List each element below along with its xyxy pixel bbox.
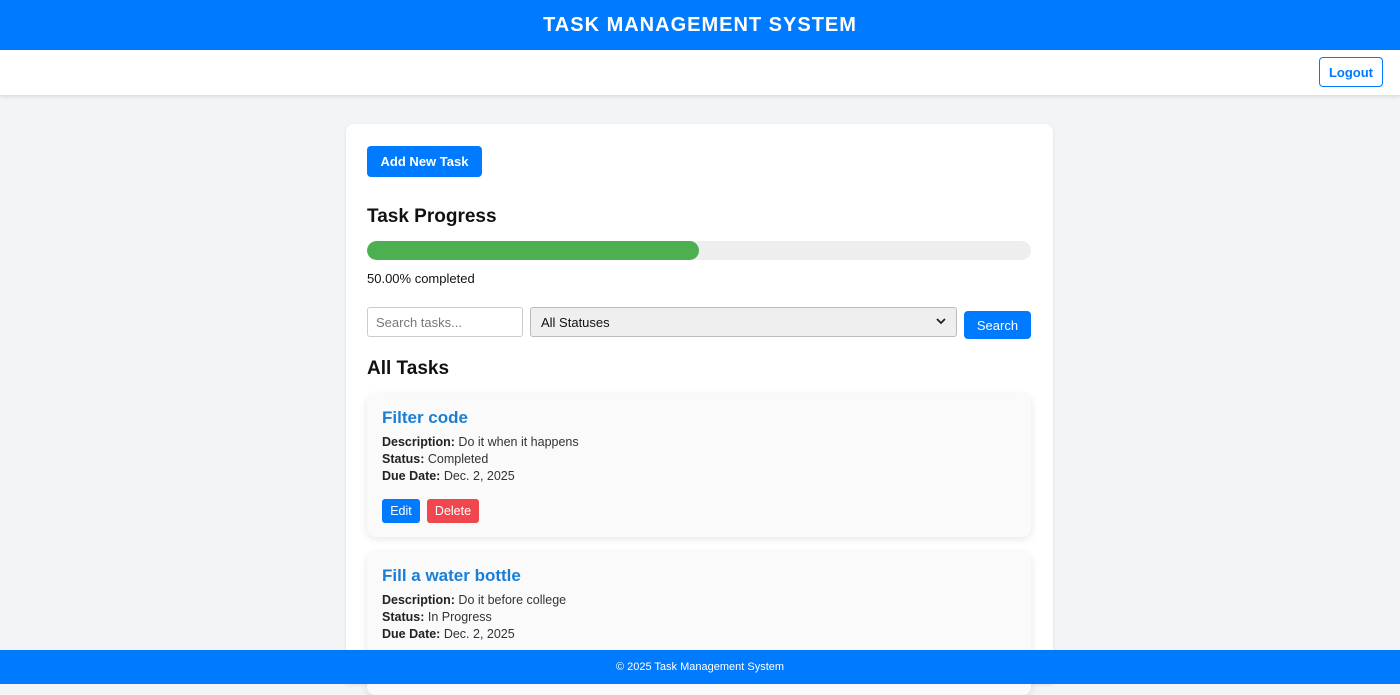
app-header: TASK MANAGEMENT SYSTEM [0, 0, 1400, 50]
task-description-label: Description: [382, 593, 455, 607]
search-button[interactable]: Search [964, 311, 1031, 339]
task-title[interactable]: Filter code [382, 408, 468, 428]
progress-bar [367, 241, 1031, 260]
task-status-value: In Progress [427, 610, 492, 624]
progress-title: Task Progress [367, 206, 497, 227]
task-description: Description: Do it before college [382, 593, 566, 607]
task-due-label: Due Date: [382, 469, 441, 483]
task-due-date: Due Date: Dec. 2, 2025 [382, 627, 515, 641]
logout-button[interactable]: Logout [1319, 57, 1383, 87]
task-status-value: Completed [427, 452, 489, 466]
task-description-label: Description: [382, 435, 455, 449]
task-due-label: Due Date: [382, 627, 441, 641]
task-due-value: Dec. 2, 2025 [443, 469, 515, 483]
task-due-value: Dec. 2, 2025 [443, 627, 515, 641]
task-card: Filter code Description: Do it when it h… [367, 394, 1031, 537]
add-task-button[interactable]: Add New Task [367, 146, 482, 177]
task-due-date: Due Date: Dec. 2, 2025 [382, 469, 515, 483]
task-status-label: Status: [382, 610, 425, 624]
task-status-label: Status: [382, 452, 425, 466]
progress-fill [367, 241, 699, 260]
task-status: Status: Completed [382, 452, 488, 466]
status-select-value: All Statuses [541, 314, 610, 330]
task-description: Description: Do it when it happens [382, 435, 579, 449]
chevron-down-icon [936, 317, 946, 327]
main-panel: Add New Task Task Progress 50.00% comple… [346, 124, 1053, 695]
search-input[interactable] [367, 307, 523, 337]
status-select[interactable]: All Statuses [530, 307, 957, 337]
task-status: Status: In Progress [382, 610, 492, 624]
task-description-value: Do it before college [458, 593, 567, 607]
tasks-heading: All Tasks [367, 358, 450, 379]
delete-button[interactable]: Delete [427, 499, 479, 523]
app-title: TASK MANAGEMENT SYSTEM [543, 13, 857, 36]
progress-text: 50.00% completed [367, 271, 475, 286]
edit-button[interactable]: Edit [382, 499, 420, 523]
footer: © 2025 Task Management System [0, 650, 1400, 684]
task-description-value: Do it when it happens [458, 435, 579, 449]
footer-text: © 2025 Task Management System [615, 661, 785, 673]
nav-bar: Logout [0, 50, 1400, 95]
task-title[interactable]: Fill a water bottle [382, 566, 521, 586]
